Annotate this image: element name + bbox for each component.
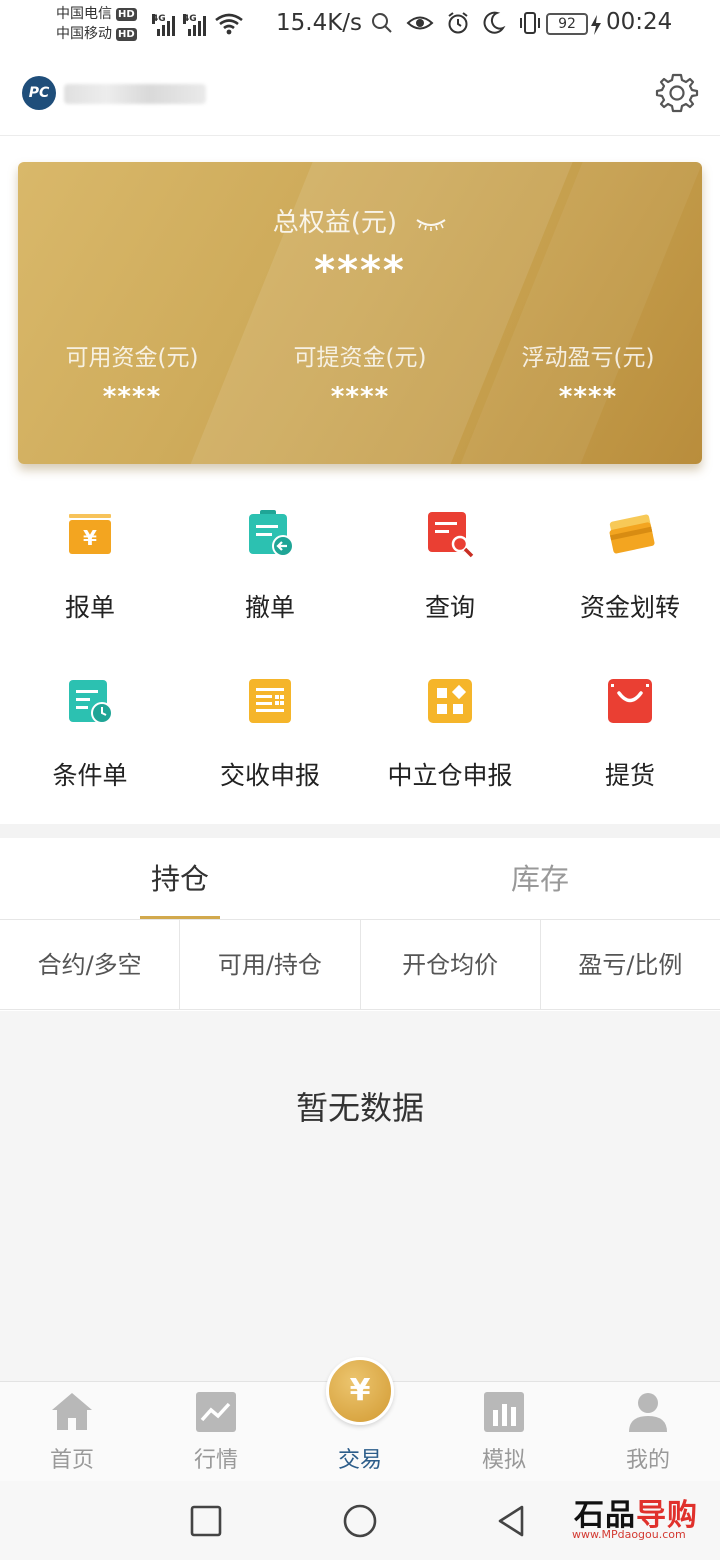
- function-grid: ¥ 报单 撤单 查询 资金划转 条件单 交收申报 中立仓申报 提货: [0, 486, 720, 822]
- nav-simulation[interactable]: 模拟: [432, 1382, 576, 1481]
- function-query[interactable]: 查询: [360, 486, 540, 654]
- function-label: 条件单: [52, 761, 128, 790]
- empty-state-text: 暂无数据: [295, 1089, 424, 1127]
- net-type: 4G: [152, 14, 166, 24]
- status-bar: 中国电信 HD 中国移动 HD 4G 4G 15.4K/s 92 00:24: [0, 0, 720, 50]
- back-triangle-icon[interactable]: [494, 1503, 530, 1539]
- function-label: 交收申报: [219, 761, 320, 790]
- tab-positions[interactable]: 持仓: [0, 838, 360, 919]
- total-equity-label-row: 总权益(元): [18, 202, 702, 239]
- withdrawable-funds: 可提资金(元) ****: [246, 338, 474, 412]
- hd-badge: HD: [116, 7, 137, 21]
- nav-label: 首页: [49, 1448, 94, 1473]
- pickup-bag-icon: [608, 679, 652, 723]
- watermark-logo: 石品导购 www.MPdaogou.com: [566, 1488, 712, 1548]
- withdrawable-funds-label: 可提资金(元): [293, 345, 427, 371]
- bottom-navigation: 首页 行情 ¥ 交易 模拟 我的: [0, 1357, 720, 1481]
- equity-breakdown: 可用资金(元) **** 可提资金(元) **** 浮动盈亏(元) ****: [18, 338, 702, 412]
- column-open-avg-price: 开仓均价: [361, 920, 541, 1009]
- clock: 00:24: [606, 9, 673, 35]
- column-pnl-ratio: 盈亏/比例: [578, 951, 683, 979]
- function-label: 资金划转: [579, 593, 680, 622]
- yuan-trade-icon[interactable]: ¥: [326, 1357, 394, 1425]
- nav-profile[interactable]: 我的: [576, 1382, 720, 1481]
- nav-home[interactable]: 首页: [0, 1382, 144, 1481]
- nav-trade[interactable]: ¥ 交易: [288, 1357, 432, 1481]
- table-header: 合约/多空 可用/持仓 开仓均价 盈亏/比例: [0, 920, 720, 1010]
- conditional-order-icon: [69, 680, 113, 724]
- function-pickup[interactable]: 提货: [540, 654, 720, 822]
- recent-apps-icon[interactable]: [188, 1503, 224, 1539]
- account-name-blurred: [64, 84, 206, 104]
- eye-closed-icon[interactable]: [415, 216, 447, 232]
- function-label: 提货: [604, 761, 655, 790]
- nav-label: 交易: [337, 1448, 382, 1473]
- carrier-2: 中国移动: [56, 26, 112, 42]
- empty-state: 暂无数据: [0, 1011, 720, 1381]
- home-circle-icon[interactable]: [342, 1503, 378, 1539]
- floating-pnl-label: 浮动盈亏(元): [521, 345, 655, 371]
- signal-indicators: 4G 4G: [152, 12, 244, 36]
- query-icon: [428, 512, 474, 558]
- function-label: 报单: [64, 593, 115, 622]
- broker-logo: PC: [22, 76, 56, 110]
- total-equity-label: 总权益(元): [272, 208, 398, 238]
- vibrate-icon: [520, 12, 540, 34]
- watermark-url: www.MPdaogou.com: [572, 1528, 686, 1541]
- available-funds: 可用资金(元) ****: [18, 338, 246, 412]
- tab-inventory[interactable]: 库存: [360, 838, 720, 919]
- battery-indicator: 92: [546, 13, 588, 35]
- yuan-order-icon: ¥: [69, 514, 111, 554]
- floating-pnl: 浮动盈亏(元) ****: [474, 338, 702, 412]
- nav-label: 我的: [625, 1448, 670, 1473]
- cancel-order-icon: [249, 510, 294, 557]
- moon-icon: [483, 11, 506, 34]
- charging-icon: [591, 15, 601, 35]
- available-funds-value: ****: [102, 382, 162, 412]
- nav-label: 行情: [193, 1448, 238, 1473]
- eye-icon: [406, 16, 434, 30]
- carrier-1: 中国电信: [56, 6, 112, 22]
- neutral-position-icon: [428, 679, 472, 723]
- app-header: PC: [0, 60, 720, 136]
- hd-badge: HD: [116, 27, 137, 41]
- network-speed: 15.4K/s: [276, 10, 363, 36]
- signal-icon: 4G: [183, 14, 206, 36]
- wifi-icon: [215, 13, 243, 35]
- function-label: 撤单: [244, 593, 295, 622]
- column-available-position: 可用/持仓: [180, 920, 361, 1009]
- function-fund-transfer[interactable]: 资金划转: [540, 486, 720, 654]
- equity-card: 总权益(元) **** 可用资金(元) **** 可提资金(元) **** 浮动…: [18, 162, 702, 464]
- nav-market[interactable]: 行情: [144, 1382, 288, 1481]
- search-icon: [372, 13, 392, 33]
- status-icons: [370, 10, 542, 36]
- alarm-icon: [448, 12, 468, 34]
- signal-icon: 4G: [152, 14, 175, 36]
- carrier-info: 中国电信 HD 中国移动 HD: [56, 4, 137, 44]
- position-tabs: 持仓 库存: [0, 838, 720, 920]
- market-chart-icon: [196, 1392, 236, 1432]
- total-equity-value: ****: [314, 248, 406, 294]
- home-icon: [52, 1393, 92, 1430]
- svg-text:¥: ¥: [83, 526, 97, 550]
- function-conditional-order[interactable]: 条件单: [0, 654, 180, 822]
- delivery-report-icon: [249, 679, 291, 723]
- available-funds-label: 可用资金(元): [65, 345, 199, 371]
- function-order[interactable]: ¥ 报单: [0, 486, 180, 654]
- function-cancel-order[interactable]: 撤单: [180, 486, 360, 654]
- function-label: 中立仓申报: [387, 761, 513, 790]
- section-divider: [0, 824, 720, 838]
- gear-icon[interactable]: [654, 70, 700, 116]
- nav-label: 模拟: [481, 1448, 526, 1473]
- function-delivery-report[interactable]: 交收申报: [180, 654, 360, 822]
- simulation-bars-icon: [484, 1392, 524, 1432]
- floating-pnl-value: ****: [558, 382, 618, 412]
- net-type: 4G: [183, 14, 197, 24]
- column-contract-direction: 合约/多空: [0, 920, 181, 1009]
- profile-icon: [629, 1393, 667, 1432]
- withdrawable-funds-value: ****: [330, 382, 390, 412]
- card-transfer-icon: [609, 514, 655, 554]
- function-label: 查询: [424, 593, 475, 622]
- function-neutral-position-report[interactable]: 中立仓申报: [360, 654, 540, 822]
